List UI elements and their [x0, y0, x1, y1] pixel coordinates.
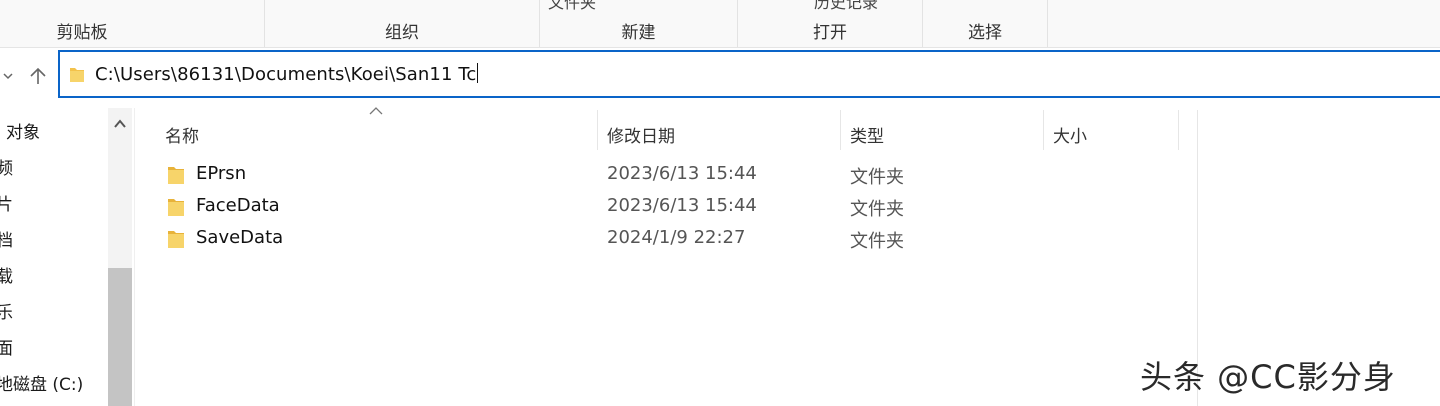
file-row[interactable]: FaceData 2023/6/13 15:44 文件夹 — [163, 190, 1203, 222]
chevron-up-icon — [114, 119, 126, 128]
ribbon-group-label: 打开 — [813, 23, 847, 43]
nav-scrollbar[interactable] — [108, 108, 132, 406]
folder-icon — [168, 167, 184, 184]
ribbon-group-open[interactable]: 打开 — [738, 0, 923, 47]
navigation-pane: 对象 频 片 档 载 乐 面 地磁盘 (C:) — [0, 108, 134, 406]
column-divider[interactable] — [597, 110, 598, 150]
folder-icon — [70, 68, 84, 82]
ribbon-group-new[interactable]: 新建 — [540, 0, 738, 47]
ribbon-group-label: 剪贴板 — [56, 23, 108, 43]
text-caret — [477, 63, 479, 83]
file-row[interactable]: SaveData 2024/1/9 22:27 文件夹 — [163, 222, 1203, 254]
ribbon-group-clipboard[interactable]: 剪贴板 — [0, 0, 265, 47]
ribbon-group-organize[interactable]: 组织 — [265, 0, 540, 47]
file-name: EPrsn — [196, 163, 247, 184]
file-type: 文件夹 — [850, 231, 904, 252]
column-header-name[interactable]: 名称 — [165, 122, 199, 147]
nav-item-desktop[interactable]: 面 — [0, 334, 13, 359]
file-type: 文件夹 — [850, 167, 904, 188]
column-divider[interactable] — [1043, 110, 1044, 150]
address-path-input[interactable]: C:\Users\86131\Documents\Koei\San11 Tc — [95, 63, 479, 85]
ribbon-group-label: 组织 — [385, 23, 419, 43]
file-date: 2024/1/9 22:27 — [607, 227, 746, 248]
watermark: 头条 @CC影分身 — [1140, 358, 1396, 396]
file-name: SaveData — [196, 227, 284, 248]
nav-item-music[interactable]: 乐 — [0, 298, 13, 323]
nav-item-downloads[interactable]: 载 — [0, 262, 13, 287]
scroll-thumb[interactable] — [108, 268, 132, 406]
column-header-date[interactable]: 修改日期 — [607, 122, 675, 147]
nav-item-pictures[interactable]: 片 — [0, 190, 13, 215]
address-bar[interactable]: C:\Users\86131\Documents\Koei\San11 Tc — [58, 50, 1440, 98]
folder-icon — [168, 199, 184, 216]
column-header-type[interactable]: 类型 — [850, 122, 884, 147]
arrow-up-icon — [30, 67, 46, 84]
scroll-up-button[interactable] — [108, 112, 132, 136]
nav-item-documents[interactable]: 档 — [0, 226, 13, 251]
ribbon-group-select[interactable]: 选择 — [923, 0, 1048, 47]
column-divider[interactable] — [1178, 110, 1179, 150]
up-button[interactable] — [26, 62, 50, 90]
file-date: 2023/6/13 15:44 — [607, 195, 757, 216]
folder-icon — [168, 231, 184, 248]
file-date: 2023/6/13 15:44 — [607, 163, 757, 184]
file-type: 文件夹 — [850, 199, 904, 220]
nav-item-local-disk-c[interactable]: 地磁盘 (C:) — [0, 370, 83, 395]
file-row[interactable]: EPrsn 2023/6/13 15:44 文件夹 — [163, 158, 1203, 190]
navigation-bar: C:\Users\86131\Documents\Koei\San11 Tc — [0, 48, 1440, 104]
nav-item-videos[interactable]: 频 — [0, 154, 13, 179]
recent-locations-button[interactable] — [0, 62, 20, 90]
ribbon: 文件夹 历史记录 剪贴板 组织 新建 打开 选择 — [0, 0, 1440, 48]
nav-item-objects[interactable]: 对象 — [6, 118, 40, 143]
column-divider[interactable] — [840, 110, 841, 150]
ribbon-group-label: 选择 — [968, 23, 1002, 43]
chevron-down-icon — [3, 73, 13, 80]
sort-ascending-icon — [369, 107, 383, 115]
column-header-size[interactable]: 大小 — [1053, 122, 1087, 147]
file-name: FaceData — [196, 195, 280, 216]
ribbon-group-label: 新建 — [621, 23, 656, 43]
